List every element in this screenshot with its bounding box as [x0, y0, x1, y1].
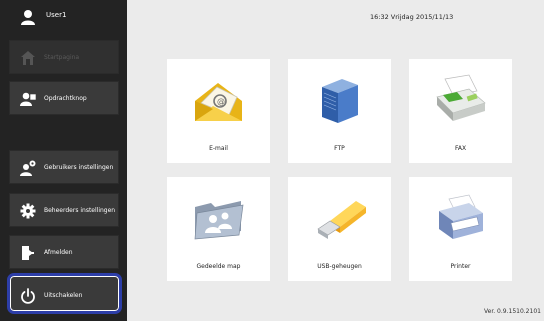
sidebar-item-startpagina[interactable]: Startpagina — [9, 40, 119, 74]
user-gear-icon — [20, 160, 36, 176]
sidebar: User1 Startpagina Opdrachtknop Gebruiker… — [0, 0, 127, 321]
user-info: User1 — [0, 0, 127, 34]
usb-drive-icon — [317, 201, 366, 239]
sidebar-item-beheerders-instellingen[interactable]: Beheerders instellingen — [9, 193, 119, 227]
tile-label: Printer — [450, 263, 471, 270]
date-time: 16:32 Vrijdag 2015/11/13 — [370, 13, 454, 21]
tile-usb[interactable]: USB-geheugen — [288, 177, 391, 281]
sidebar-item-gebruikers-instellingen[interactable]: Gebruikers instellingen — [9, 150, 119, 184]
sidebar-item-label: Afmelden — [44, 249, 73, 256]
sidebar-item-afmelden[interactable]: Afmelden — [9, 235, 119, 269]
tile-label: USB-geheugen — [317, 263, 362, 270]
sidebar-item-label: Beheerders instellingen — [44, 207, 116, 214]
logout-icon — [22, 246, 34, 260]
svg-text:@: @ — [217, 97, 225, 106]
printer-icon — [439, 194, 483, 239]
tile-label: E-mail — [209, 145, 228, 152]
tile-label: FTP — [334, 145, 345, 152]
sidebar-item-label: Startpagina — [44, 54, 80, 61]
power-icon — [21, 288, 35, 304]
tile-ftp[interactable]: FTP — [288, 59, 391, 163]
sidebar-item-label: Uitschakelen — [44, 292, 83, 299]
shared-folder-icon — [194, 201, 244, 240]
version-label: Ver. 0.9.1510.2101 — [484, 308, 541, 315]
sidebar-item-label: Gebruikers instellingen — [44, 164, 114, 171]
sidebar-item-label: Opdrachtknop — [44, 95, 87, 102]
tile-label: FAX — [454, 145, 467, 152]
tile-email[interactable]: @ E-mail — [167, 59, 270, 163]
home-icon — [21, 51, 35, 65]
tile-label: Gedeelde map — [196, 263, 241, 270]
tile-fax[interactable]: FAX — [409, 59, 512, 163]
tile-shared-folder[interactable]: Gedeelde map — [167, 177, 270, 281]
user-task-icon — [20, 92, 36, 106]
ftp-server-icon — [322, 79, 358, 123]
gear-icon — [20, 203, 36, 219]
sidebar-item-uitschakelen[interactable]: Uitschakelen — [7, 273, 122, 314]
user-icon — [21, 10, 35, 25]
email-envelope-icon: @ — [195, 83, 242, 121]
fax-machine-icon — [436, 74, 486, 121]
tile-printer[interactable]: Printer — [409, 177, 512, 281]
user-name: User1 — [46, 11, 67, 19]
sidebar-item-opdrachtknop[interactable]: Opdrachtknop — [9, 81, 119, 115]
